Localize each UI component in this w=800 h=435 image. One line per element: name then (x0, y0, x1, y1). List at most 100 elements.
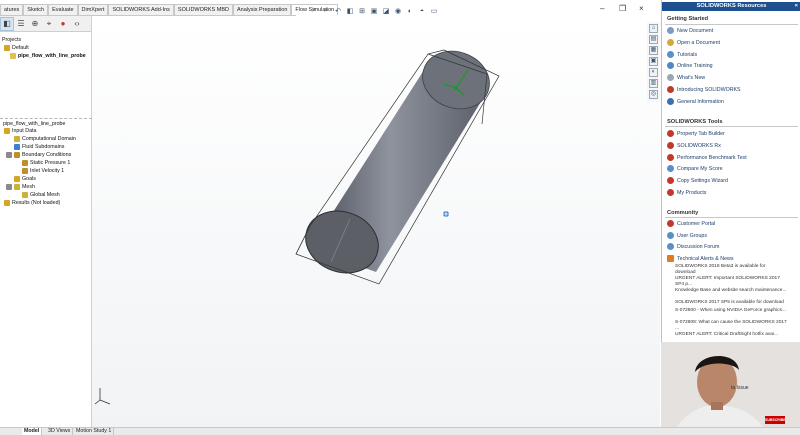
design-library-icon[interactable]: ▤ (649, 35, 658, 44)
input-data-icon (4, 128, 10, 134)
link-new-document[interactable]: New Document (667, 26, 713, 35)
link-compare-my-score[interactable]: Compare My Score (667, 164, 723, 173)
tree-item-projects[interactable]: Projects (2, 36, 21, 44)
expand-icon (6, 152, 12, 158)
partial-issue-text: ta Issue (731, 385, 749, 391)
solidworks-forum-icon[interactable]: ◎ (649, 90, 658, 99)
pressure-icon (22, 160, 28, 166)
link-tutorials[interactable]: Tutorials (667, 50, 697, 59)
more-icon[interactable]: ‹› (70, 17, 84, 31)
section-title-solidworks-tools: SOLIDWORKS Tools (667, 119, 723, 125)
fluid-subdomain-icon (14, 144, 20, 150)
tree-item-fluid-subdomains[interactable]: Fluid Subdomains (14, 143, 64, 151)
config-manager-icon[interactable]: ⊕ (28, 17, 42, 31)
view-settings-icon[interactable]: ▭ (429, 6, 439, 16)
compare-score-icon (667, 165, 674, 172)
news-item[interactable]: SOLIDWORKS 2018 Beta3 is available for d… (675, 264, 787, 275)
news-item[interactable]: URGENT ALERT: Important SOLIDWORKS 2017 … (675, 276, 787, 287)
discussion-forum-icon (667, 243, 674, 250)
pipe-body[interactable] (297, 42, 498, 283)
news-item[interactable]: SOLIDWORKS 2017 SP5 is available for dow… (675, 300, 787, 306)
rx-icon (667, 142, 674, 149)
minimize-button[interactable]: – (600, 4, 604, 13)
tab-analysis-preparation[interactable]: Analysis Preparation (232, 4, 292, 15)
tree-item-project[interactable]: pipe_flow_with_line_probe (10, 52, 86, 60)
tree-item-global-mesh[interactable]: Global Mesh (22, 191, 60, 199)
dynamic-annotation-icon[interactable]: ⊞ (357, 6, 367, 16)
link-customer-portal[interactable]: Customer Portal (667, 219, 715, 228)
flow-analyses-tree-icon[interactable]: ◧ (0, 16, 14, 31)
tab-solidworks-mbd[interactable]: SOLIDWORKS MBD (173, 4, 233, 15)
news-item[interactable]: Knowledge Base and website search mainte… (675, 288, 787, 294)
tab-solidworks-add-ins[interactable]: SOLIDWORKS Add-Ins (108, 4, 174, 15)
tab-sketch[interactable]: Sketch (23, 4, 49, 15)
user-groups-icon (667, 232, 674, 239)
link-online-training[interactable]: Online Training (667, 61, 713, 70)
close-button[interactable]: × (639, 4, 644, 13)
tree-item-goals[interactable]: Goals (14, 175, 36, 183)
display-manager-icon[interactable]: ● (56, 17, 70, 31)
folder-icon (4, 45, 10, 51)
tab-motion-study-1[interactable]: Motion Study 1 (74, 428, 115, 435)
model-view (94, 42, 500, 405)
global-mesh-icon (22, 192, 28, 198)
link-whats-new[interactable]: What's New (667, 73, 705, 82)
boundary-conditions-icon (14, 152, 20, 158)
tree-item-static-pressure[interactable]: Static Pressure 1 (22, 159, 70, 167)
news-item[interactable]: S-072800 - When using NVIDIA GeForce gra… (675, 308, 787, 314)
hide-show-icon[interactable]: ◉ (393, 6, 403, 16)
link-copy-settings-wizard[interactable]: Copy Settings Wizard (667, 176, 728, 185)
tree-item-results[interactable]: Results (Not loaded) (4, 199, 60, 207)
apply-scene-icon[interactable]: ◓ (417, 6, 427, 16)
tab-features[interactable]: atures (0, 4, 24, 15)
previous-view-icon[interactable]: ↶ (333, 6, 343, 16)
edit-appearance-icon[interactable]: ◐ (405, 6, 415, 16)
link-property-tab-builder[interactable]: Property Tab Builder (667, 129, 725, 138)
feature-manager-icon[interactable]: ☰ (14, 17, 28, 31)
coordinate-triad-icon (94, 388, 111, 405)
link-my-products[interactable]: My Products (667, 188, 706, 197)
tree-item-mesh[interactable]: Mesh (6, 183, 35, 191)
tree-item-boundary-conditions[interactable]: Boundary Conditions (6, 151, 71, 159)
online-training-icon (667, 62, 674, 69)
file-explorer-icon[interactable]: ▦ (649, 46, 658, 55)
tree-item-computational-domain[interactable]: Computational Domain (14, 135, 76, 143)
flow-analysis-tree-panel: ◧ ☰ ⊕ ⌖ ● ‹› Projects Default pipe_flow_… (0, 16, 92, 427)
restore-button[interactable]: ❐ (619, 4, 626, 13)
link-open-document[interactable]: Open a Document (667, 38, 720, 47)
view-orientation-icon[interactable]: ▣ (369, 6, 379, 16)
display-style-icon[interactable]: ◪ (381, 6, 391, 16)
tab-evaluate[interactable]: Evaluate (48, 4, 78, 15)
view-palette-icon[interactable]: ▣ (649, 57, 658, 66)
section-view-icon[interactable]: ◧ (345, 6, 355, 16)
appearances-icon[interactable]: ◐ (649, 68, 658, 77)
link-user-groups[interactable]: User Groups (667, 231, 707, 240)
close-pane-icon[interactable]: × (795, 2, 798, 11)
dimxpert-icon[interactable]: ⌖ (42, 17, 56, 31)
command-manager-tabs: atures Sketch Evaluate DimXpert SOLIDWOR… (0, 4, 339, 15)
mesh-icon (14, 184, 20, 190)
section-divider (665, 217, 798, 218)
tree-item-default[interactable]: Default (4, 44, 29, 52)
zoom-to-fit-icon[interactable]: ⌕ (309, 6, 319, 16)
customer-portal-icon (667, 220, 674, 227)
home-icon[interactable]: ⌂ (649, 24, 658, 33)
tab-3d-views[interactable]: 3D Views (46, 428, 74, 435)
link-solidworks-rx[interactable]: SOLIDWORKS Rx (667, 141, 721, 150)
tab-model[interactable]: Model (22, 428, 43, 435)
news-item[interactable]: S-072808: What can cause the SOLIDWORKS … (675, 320, 787, 331)
whats-new-icon (667, 74, 674, 81)
custom-properties-icon[interactable]: ▥ (649, 79, 658, 88)
subscribe-button[interactable]: SUBSCRIBE (765, 416, 786, 424)
news-item[interactable]: URGENT ALERT: Critical DraftSight hotfix… (675, 332, 787, 338)
link-discussion-forum[interactable]: Discussion Forum (667, 242, 719, 251)
graphics-viewport[interactable] (92, 16, 660, 427)
tree-item-inlet-velocity[interactable]: Inlet Velocity 1 (22, 167, 64, 175)
link-general-information[interactable]: General Information (667, 97, 724, 106)
link-performance-benchmark[interactable]: Performance Benchmark Test (667, 153, 747, 162)
tab-dimxpert[interactable]: DimXpert (77, 4, 109, 15)
zoom-area-icon[interactable]: ⌕ (321, 6, 331, 16)
link-introducing-solidworks[interactable]: Introducing SOLIDWORKS (667, 85, 741, 94)
link-technical-alerts[interactable]: Technical Alerts & News (667, 254, 734, 263)
tree-item-input-data[interactable]: Input Data (4, 127, 36, 135)
